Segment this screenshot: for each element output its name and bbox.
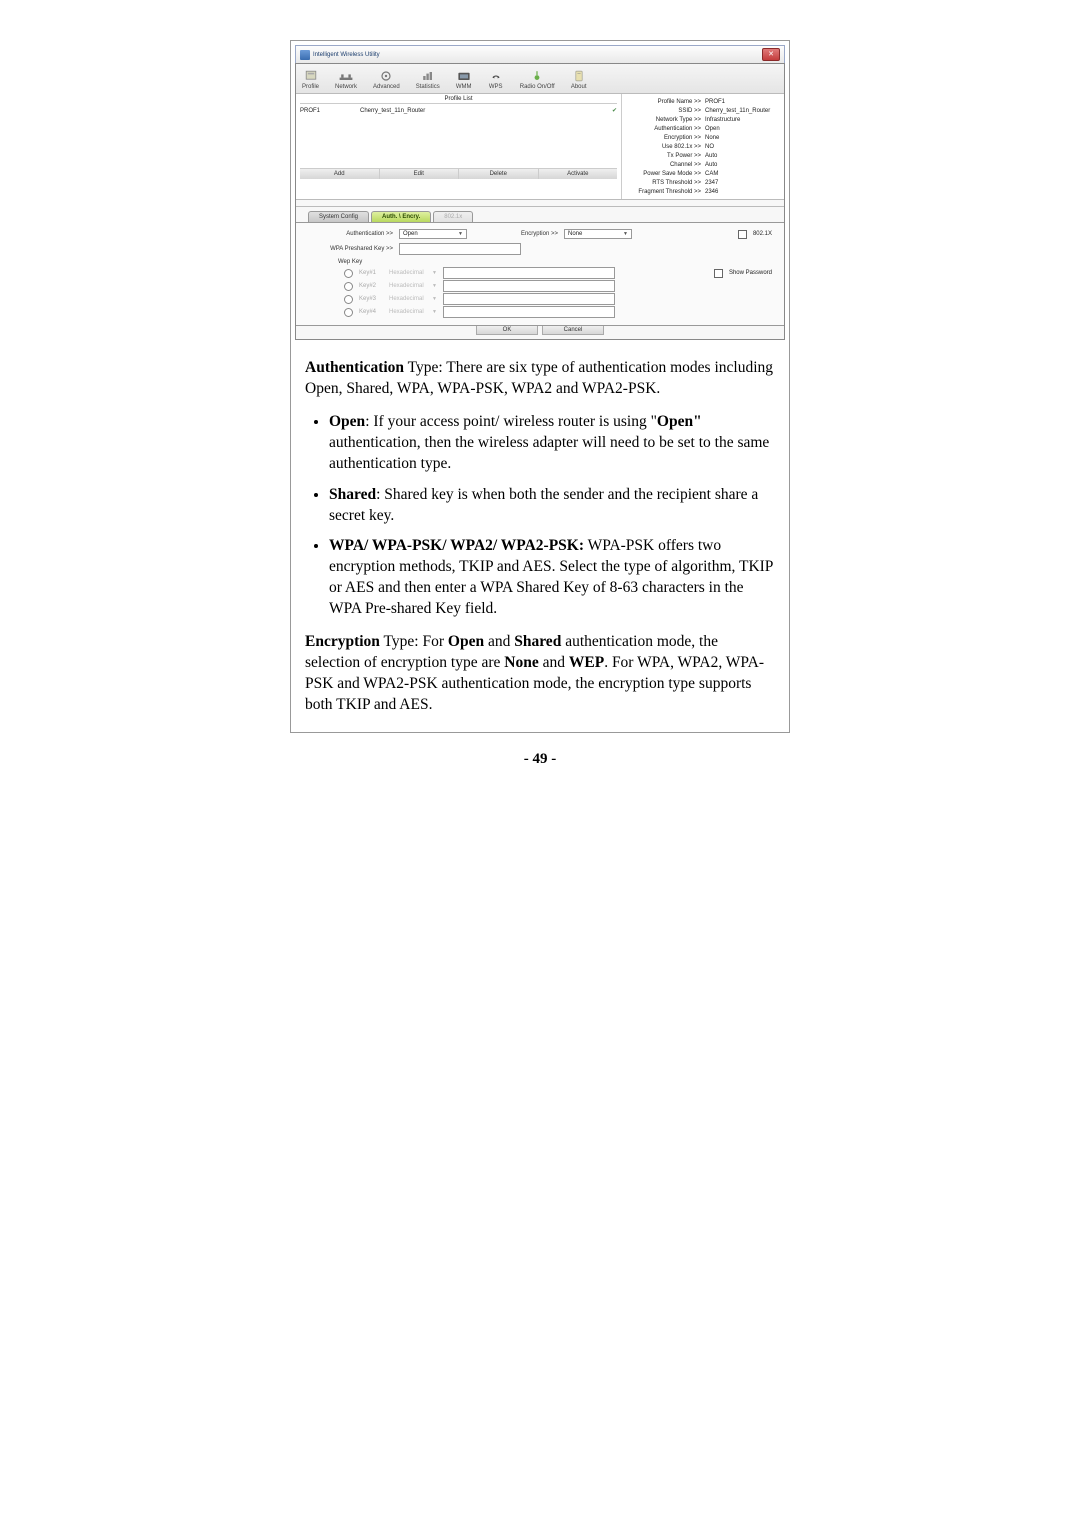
profile-list-pane: Profile List PROF1 Cherry_test_11n_Route… <box>296 94 622 199</box>
chevron-down-icon: ▼ <box>623 231 628 237</box>
add-button[interactable]: Add <box>300 169 380 179</box>
auth-dropdown[interactable]: Open ▼ <box>399 229 467 239</box>
8021x-checkbox[interactable] <box>738 230 747 239</box>
enc-dropdown[interactable]: None ▼ <box>564 229 632 239</box>
profile-row[interactable]: PROF1 Cherry_test_11n_Router ✔ <box>300 106 617 115</box>
wep-key-row: Key#4 Hexadecimal▼ <box>344 306 772 318</box>
toolbar-statistics[interactable]: Statistics <box>412 67 444 92</box>
main-toolbar: Profile Network Advanced Statistics <box>296 64 784 94</box>
wep-key-row: Key#3 Hexadecimal▼ <box>344 293 772 305</box>
wep-key4-radio[interactable] <box>344 308 353 317</box>
document-body: Authentication Type: There are six type … <box>305 358 775 716</box>
profile-list[interactable]: PROF1 Cherry_test_11n_Router ✔ <box>300 106 617 168</box>
page-number: - 49 - <box>0 751 1080 768</box>
tab-auth-encry[interactable]: Auth. \ Encry. <box>371 211 431 222</box>
wep-key1-input[interactable] <box>443 267 615 279</box>
delete-button[interactable]: Delete <box>459 169 539 179</box>
psk-input[interactable] <box>399 243 521 255</box>
statistics-icon <box>420 69 436 83</box>
profile-ssid: Cherry_test_11n_Router <box>360 108 603 114</box>
show-password-checkbox[interactable] <box>714 269 723 278</box>
profile-list-label: Profile List <box>300 96 617 104</box>
profile-name: PROF1 <box>300 108 360 114</box>
show-password-label: Show Password <box>729 270 772 276</box>
profile-details: Profile Name >>PROF1 SSID >>Cherry_test_… <box>622 94 784 199</box>
ok-button[interactable]: OK <box>476 326 538 335</box>
document-figure-frame: Intelligent Wireless Utility ✕ Profile N… <box>290 40 790 733</box>
wep-key2-radio[interactable] <box>344 282 353 291</box>
chevron-down-icon: ▼ <box>458 231 463 237</box>
window-title: Intelligent Wireless Utility <box>313 52 380 58</box>
network-icon <box>338 69 354 83</box>
list-item: Shared: Shared key is when both the send… <box>329 485 775 527</box>
wep-key2-type[interactable]: Hexadecimal▼ <box>389 283 437 289</box>
wmm-icon <box>456 69 472 83</box>
wep-key1-type[interactable]: Hexadecimal▼ <box>389 270 437 276</box>
wep-key-row: Key#1 Hexadecimal▼ Show Password <box>344 267 772 279</box>
edit-button[interactable]: Edit <box>380 169 460 179</box>
close-icon[interactable]: ✕ <box>762 48 780 61</box>
enc-label: Encryption >> <box>503 231 558 237</box>
paragraph-authentication: Authentication Type: There are six type … <box>305 358 775 400</box>
radio-icon <box>529 69 545 83</box>
wep-key4-input[interactable] <box>443 306 615 318</box>
wep-key3-type[interactable]: Hexadecimal▼ <box>389 296 437 302</box>
toolbar-wmm[interactable]: WMM <box>452 67 476 92</box>
activate-button[interactable]: Activate <box>539 169 618 179</box>
tab-system-config[interactable]: System Config <box>308 211 369 222</box>
profile-icon <box>303 69 319 83</box>
wep-key1-radio[interactable] <box>344 269 353 278</box>
auth-panel: System Config Auth. \ Encry. 802.1x Auth… <box>296 207 784 339</box>
wps-icon <box>488 69 504 83</box>
toolbar-radio[interactable]: Radio On/Off <box>516 67 559 92</box>
paragraph-encryption: Encryption Type: For Open and Shared aut… <box>305 632 775 716</box>
toolbar-about[interactable]: About <box>567 67 591 92</box>
toolbar-profile[interactable]: Profile <box>298 67 323 92</box>
app-icon <box>300 50 310 60</box>
auth-label: Authentication >> <box>308 231 393 237</box>
auth-type-list: Open: If your access point/ wireless rou… <box>305 412 775 620</box>
wep-label: Wep Key <box>338 259 772 265</box>
tab-8021x[interactable]: 802.1x <box>433 211 473 222</box>
toolbar-wps[interactable]: WPS <box>484 67 508 92</box>
toolbar-advanced[interactable]: Advanced <box>369 67 404 92</box>
advanced-icon <box>378 69 394 83</box>
wep-key2-input[interactable] <box>443 280 615 292</box>
wep-key-row: Key#2 Hexadecimal▼ <box>344 280 772 292</box>
about-icon <box>571 69 587 83</box>
list-item: WPA/ WPA-PSK/ WPA2/ WPA2-PSK: WPA-PSK of… <box>329 536 775 620</box>
toolbar-network[interactable]: Network <box>331 67 361 92</box>
wep-key3-input[interactable] <box>443 293 615 305</box>
window-titlebar: Intelligent Wireless Utility ✕ <box>295 45 785 63</box>
profile-status-icon: ✔ <box>603 107 617 114</box>
8021x-check-label: 802.1X <box>753 231 772 237</box>
app-screenshot: Intelligent Wireless Utility ✕ Profile N… <box>295 45 785 340</box>
list-item: Open: If your access point/ wireless rou… <box>329 412 775 475</box>
psk-label: WPA Preshared Key >> <box>308 246 393 252</box>
wep-key4-type[interactable]: Hexadecimal▼ <box>389 309 437 315</box>
wep-key3-radio[interactable] <box>344 295 353 304</box>
cancel-button[interactable]: Cancel <box>542 326 604 335</box>
